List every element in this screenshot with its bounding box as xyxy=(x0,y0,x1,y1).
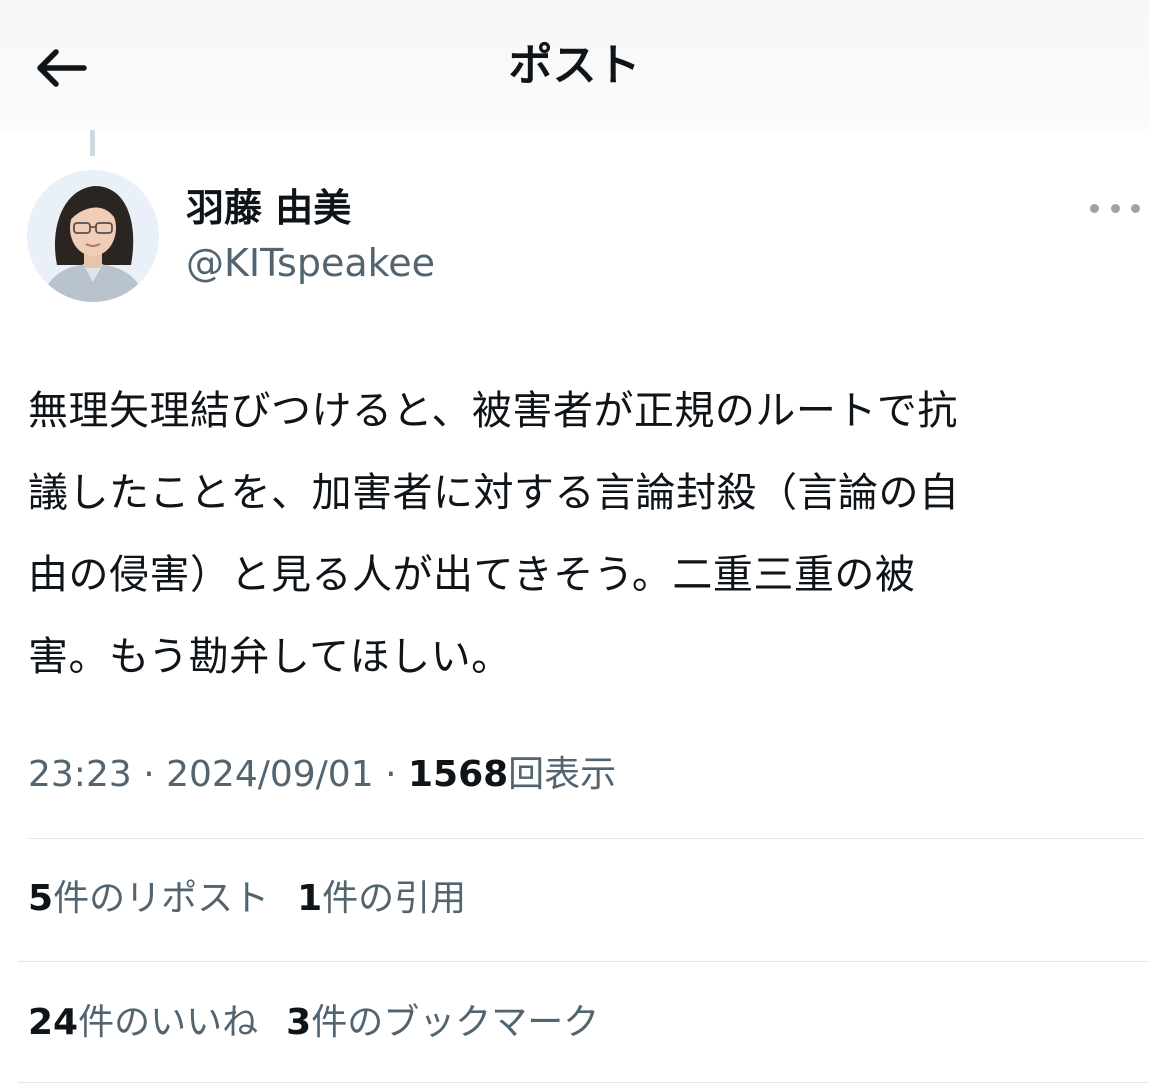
engagement-row-reposts: 5件のリポスト 1件の引用 xyxy=(28,876,466,922)
meta-separator: · xyxy=(385,754,397,795)
top-bar: ポスト xyxy=(0,0,1149,130)
quotes-stat[interactable]: 1件の引用 xyxy=(297,878,466,919)
bookmarks-label: 件のブックマーク xyxy=(311,1002,600,1043)
post-detail-page: ポスト 羽藤 由美 @KITspeakee 無理矢理結びつけると、被害者が正規の… xyxy=(0,0,1149,1086)
bookmarks-count: 3 xyxy=(286,1002,312,1043)
views-count: 1568 xyxy=(407,754,509,795)
author-handle[interactable]: @KITspeakee xyxy=(186,238,435,288)
post-text-line: 由の侵害）と見る人が出てきそう。二重三重の被 xyxy=(28,552,916,598)
views-label: 回表示 xyxy=(508,754,617,795)
quotes-label: 件の引用 xyxy=(322,878,467,919)
divider xyxy=(28,838,1143,839)
profile-photo xyxy=(27,170,159,302)
more-dot xyxy=(1131,203,1140,213)
post-text: 無理矢理結びつけると、被害者が正規のルートで抗 議したことを、加害者に対する言論… xyxy=(28,370,1128,698)
post-text-line: 害。もう勘弁してほしい。 xyxy=(28,634,512,680)
post-metadata: 23:23 · 2024/09/01 · 1568回表示 xyxy=(28,752,616,798)
more-dots-icon xyxy=(1090,203,1099,213)
reposts-stat[interactable]: 5件のリポスト xyxy=(28,878,269,919)
post-time[interactable]: 23:23 xyxy=(28,754,132,795)
reposts-count: 5 xyxy=(28,878,54,919)
bookmarks-stat[interactable]: 3件のブックマーク xyxy=(286,1002,599,1043)
divider xyxy=(18,1082,1149,1083)
engagement-row-likes: 24件のいいね 3件のブックマーク xyxy=(28,1000,599,1046)
more-options-button[interactable] xyxy=(1090,196,1140,220)
divider xyxy=(18,961,1149,962)
author-display-name[interactable]: 羽藤 由美 xyxy=(186,183,351,233)
reposts-label: 件のリポスト xyxy=(53,878,270,919)
quotes-count: 1 xyxy=(297,878,323,919)
meta-separator: · xyxy=(143,754,155,795)
thread-connector-line xyxy=(90,130,95,156)
likes-count: 24 xyxy=(28,1002,79,1043)
post-text-line: 議したことを、加害者に対する言論封殺（言論の自 xyxy=(28,470,960,516)
more-dot xyxy=(1110,203,1120,213)
post-date[interactable]: 2024/09/01 xyxy=(166,754,374,795)
page-title: ポスト xyxy=(508,40,641,91)
post-text-line: 無理矢理結びつけると、被害者が正規のルートで抗 xyxy=(28,388,958,434)
likes-label: 件のいいね xyxy=(78,1002,259,1043)
avatar[interactable] xyxy=(27,170,159,302)
likes-stat[interactable]: 24件のいいね xyxy=(28,1002,258,1043)
